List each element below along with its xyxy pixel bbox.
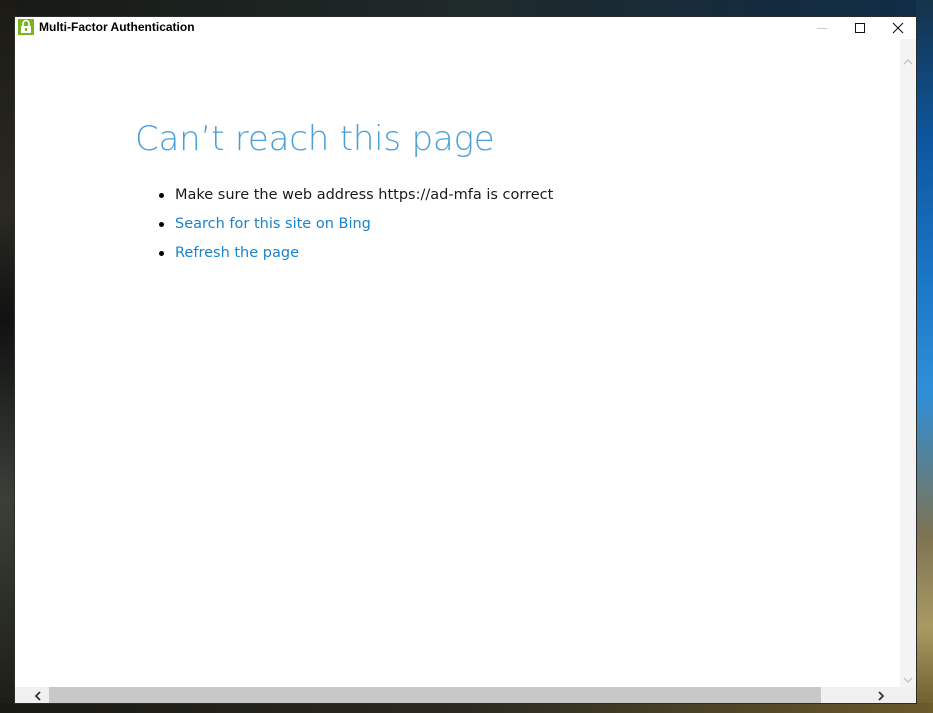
- minimize-icon: [816, 19, 828, 38]
- window-title: Multi-Factor Authentication: [39, 20, 195, 34]
- scroll-right-button[interactable]: [866, 687, 896, 703]
- scroll-down-button[interactable]: [900, 669, 916, 687]
- desktop-background-right: [916, 0, 933, 713]
- title-bar[interactable]: Multi-Factor Authentication: [15, 17, 916, 39]
- web-content: Can’t reach this page Make sure the web …: [15, 39, 902, 687]
- chevron-left-icon: [34, 686, 42, 704]
- bullet-icon: [159, 193, 164, 198]
- chevron-down-icon: [903, 669, 913, 688]
- desktop-background-bottom: [0, 703, 933, 713]
- maximize-button[interactable]: [842, 17, 878, 39]
- chevron-right-icon: [877, 686, 885, 704]
- horizontal-scrollbar[interactable]: [15, 687, 916, 703]
- address-check-text: Make sure the web address https://ad-mfa…: [175, 187, 554, 203]
- close-button[interactable]: [880, 17, 916, 39]
- list-item: Make sure the web address https://ad-mfa…: [159, 182, 554, 211]
- mfa-window: Multi-Factor Authentication Can’t reach …: [14, 16, 917, 704]
- bullet-icon: [159, 222, 164, 227]
- list-item: Search for this site on Bing: [159, 211, 553, 240]
- app-lock-icon: [18, 19, 34, 35]
- desktop-background-top: [0, 0, 933, 17]
- bullet-icon: [159, 251, 164, 256]
- suggestion-list: Make sure the web address https://ad-mfa…: [159, 182, 554, 269]
- chevron-up-icon: [903, 51, 913, 70]
- vertical-scrollbar[interactable]: [900, 39, 916, 687]
- scroll-up-button[interactable]: [900, 51, 916, 69]
- list-item: Refresh the page: [159, 240, 553, 269]
- search-bing-link[interactable]: Search for this site on Bing: [175, 216, 371, 232]
- close-icon: [892, 19, 904, 38]
- horizontal-scroll-thumb[interactable]: [49, 687, 821, 703]
- maximize-icon: [854, 19, 866, 38]
- error-title: Can’t reach this page: [135, 119, 495, 159]
- minimize-button[interactable]: [804, 17, 840, 39]
- refresh-page-link[interactable]: Refresh the page: [175, 245, 299, 261]
